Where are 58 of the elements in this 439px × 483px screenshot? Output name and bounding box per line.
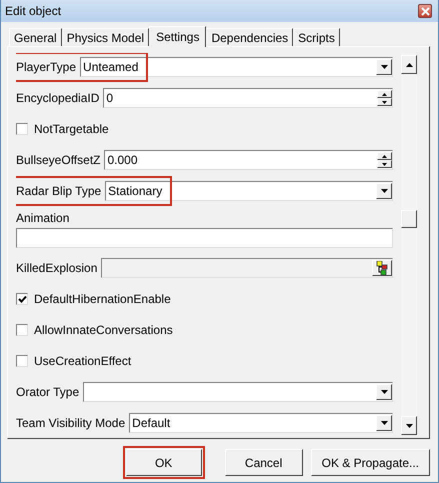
checkbox-label: NotTargetable <box>34 122 109 136</box>
field-label: Radar Blip Type <box>16 184 102 198</box>
up-arrow-icon <box>382 92 387 96</box>
down-arrow-icon <box>382 100 387 104</box>
up-arrow-icon <box>406 62 412 66</box>
dropdown[interactable]: Unteamed <box>80 57 393 77</box>
field-label: Animation <box>16 211 70 225</box>
field-label: EncyclopediaID <box>16 91 100 105</box>
down-arrow-icon <box>382 162 387 166</box>
dropdown[interactable] <box>83 382 393 402</box>
field-label: Orator Type <box>16 385 80 399</box>
close-button[interactable] <box>418 4 432 18</box>
up-arrow-icon <box>382 154 387 158</box>
scroll-thumb[interactable] <box>401 210 417 228</box>
field-label: KilledExplosion <box>16 261 98 275</box>
tab[interactable]: Dependencies <box>206 28 294 46</box>
field-label: BullseyeOffsetZ <box>16 153 100 167</box>
checkbox[interactable] <box>16 324 28 336</box>
dialog-button[interactable]: OK & Propagate... <box>310 449 430 476</box>
tree-icon <box>376 261 388 275</box>
dialog-button[interactable]: Cancel <box>224 449 303 476</box>
caret-icon <box>380 65 388 69</box>
dialog-button[interactable]: OK <box>126 449 202 476</box>
field-label: Team Visibility Mode <box>16 416 126 430</box>
caret-icon <box>380 390 388 394</box>
dropdown-button[interactable] <box>376 59 392 75</box>
close-icon <box>420 6 430 16</box>
field-label: PlayerType <box>16 60 76 74</box>
number-field[interactable]: 0.000 <box>104 150 393 170</box>
number-field[interactable]: 0 <box>103 88 393 108</box>
tab[interactable]: General <box>9 28 62 46</box>
dropdown[interactable]: Default <box>129 413 393 433</box>
tab[interactable]: Physics Model <box>62 28 150 46</box>
spinner[interactable] <box>377 152 392 168</box>
picker-field[interactable] <box>101 258 393 278</box>
tab[interactable]: Settings <box>149 26 206 47</box>
browse-button[interactable] <box>372 260 392 276</box>
checkbox-label: AllowInnateConversations <box>34 323 173 337</box>
checkbox[interactable] <box>16 355 28 367</box>
check-icon <box>18 294 26 304</box>
tab[interactable]: Scripts <box>293 28 340 46</box>
dropdown-button[interactable] <box>376 384 392 400</box>
down-arrow-icon <box>406 424 412 428</box>
checkbox-label: DefaultHibernationEnable <box>34 292 171 306</box>
dropdown-button[interactable] <box>376 183 392 199</box>
dropdown-button[interactable] <box>376 415 392 431</box>
caret-icon <box>380 189 388 193</box>
spinner[interactable] <box>377 90 392 106</box>
checkbox[interactable] <box>16 123 28 135</box>
dropdown[interactable]: Stationary <box>105 181 393 201</box>
scrollbar[interactable] <box>401 53 417 435</box>
scroll-down-button[interactable] <box>401 416 417 435</box>
checkbox[interactable] <box>16 293 28 305</box>
caret-icon <box>380 421 388 425</box>
scroll-up-button[interactable] <box>401 55 417 74</box>
window-title: Edit object <box>5 4 62 18</box>
text-field[interactable] <box>16 228 393 248</box>
checkbox-label: UseCreationEffect <box>34 354 132 368</box>
